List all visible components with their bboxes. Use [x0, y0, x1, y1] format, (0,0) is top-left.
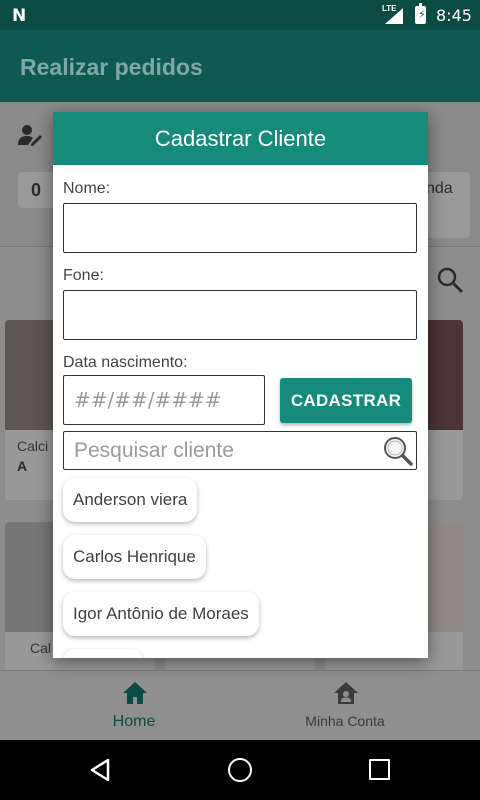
nav-account-label: Minha Conta	[305, 713, 385, 729]
client-list-item[interactable]	[63, 649, 143, 658]
name-field[interactable]	[63, 203, 417, 253]
status-bar: N LTE ⚡ 8:45	[0, 0, 480, 30]
client-list-item[interactable]: Igor Antônio de Moraes	[63, 592, 259, 636]
client-search-box	[63, 431, 417, 470]
register-client-dialog: Cadastrar Cliente Nome: Fone: Data nasci…	[53, 112, 428, 658]
nav-home[interactable]: Home	[14, 671, 254, 741]
client-list-item[interactable]: Carlos Henrique	[63, 535, 206, 579]
system-navigation-bar	[0, 740, 480, 800]
account-home-icon	[334, 682, 358, 704]
back-icon[interactable]	[88, 758, 112, 782]
product-name: Cal	[30, 640, 52, 656]
register-button[interactable]: CADASTRAR	[280, 378, 412, 423]
product-name: Calci	[17, 438, 49, 454]
page-title: Realizar pedidos	[20, 54, 203, 80]
dialog-header: Cadastrar Cliente	[53, 112, 428, 165]
clock: 8:45	[436, 6, 472, 25]
product-price: A	[17, 458, 28, 474]
nav-account[interactable]: Minha Conta	[225, 671, 465, 741]
birth-date-field[interactable]	[63, 375, 265, 425]
nav-home-label: Home	[112, 713, 156, 730]
bottom-navigation: Home Minha Conta	[0, 670, 480, 740]
phone-field[interactable]	[63, 290, 417, 340]
name-label: Nome:	[63, 180, 111, 197]
home-circle-icon[interactable]	[228, 758, 252, 782]
app-bar: Realizar pedidos	[0, 30, 480, 102]
search-icon[interactable]	[436, 266, 464, 294]
item-count-badge: 0	[18, 172, 54, 208]
dialog-title: Cadastrar Cliente	[154, 126, 327, 151]
magnifier-icon[interactable]	[382, 435, 414, 467]
signal-icon	[385, 8, 403, 24]
notification-n-icon: N	[12, 6, 27, 26]
home-icon	[123, 682, 147, 704]
birth-date-label: Data nascimento:	[63, 354, 188, 371]
phone-label: Fone:	[63, 267, 104, 284]
battery-icon: ⚡	[415, 3, 426, 24]
client-list-item[interactable]: Anderson viera	[63, 478, 198, 522]
recent-apps-icon[interactable]	[369, 759, 390, 780]
client-search-input[interactable]	[64, 432, 374, 469]
user-edit-icon	[18, 125, 42, 146]
